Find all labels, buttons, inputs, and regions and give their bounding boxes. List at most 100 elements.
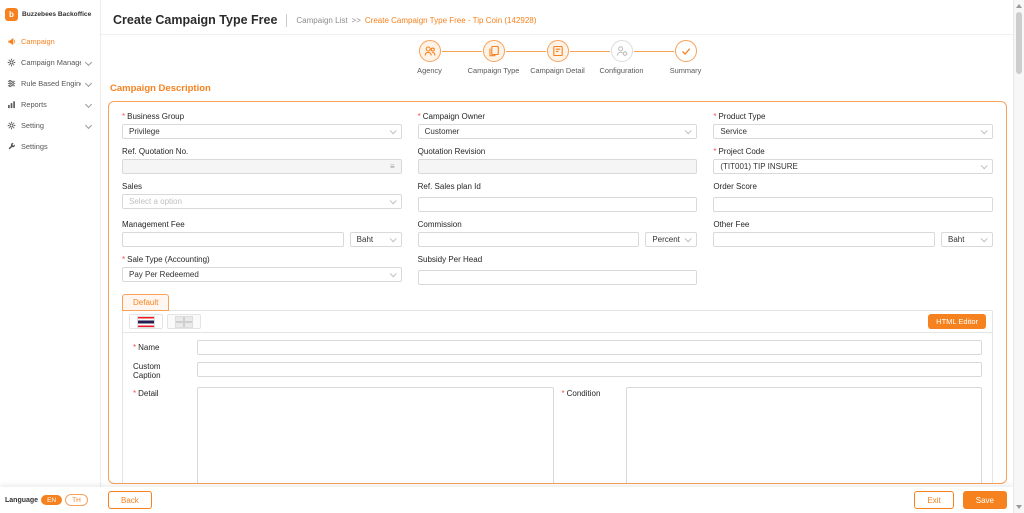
step-circle: [482, 40, 505, 62]
project-code-select[interactable]: (TIT001) TIP INSURE: [713, 159, 993, 174]
management-fee-label: Management Fee: [122, 220, 185, 229]
campaign-form: * Business Group Privilege * Campaign Owne…: [122, 112, 993, 285]
subsidy-per-head-input[interactable]: [417, 270, 698, 285]
step-summary[interactable]: Summary: [660, 40, 712, 75]
commission-unit-select[interactable]: Percent: [645, 232, 698, 247]
sidebar-item-label: Setting: [21, 121, 45, 130]
sidebar-item-label: Rule Based Engine: [21, 79, 81, 88]
step-circle: [674, 40, 697, 62]
sidebar-item-label: Settings: [21, 142, 48, 151]
summary-check-icon: [681, 48, 690, 56]
lang-tab-english[interactable]: [167, 314, 201, 329]
sale-type-accounting-label: Sale Type (Accounting): [127, 255, 210, 264]
ref-sales-plan-id-field: Ref. Sales plan Id: [417, 182, 698, 212]
chevron-down-icon: [389, 235, 397, 243]
list-icon: ≡: [389, 161, 395, 171]
campaign-owner-value: Customer: [424, 127, 460, 136]
step-label: Agency: [417, 66, 442, 75]
detail-label: Detail: [138, 389, 159, 398]
order-score-input[interactable]: [713, 197, 993, 212]
other-fee-field: Other Fee Baht: [713, 220, 993, 247]
required-mark: *: [713, 112, 717, 121]
sales-field: Sales Select a option: [122, 182, 402, 212]
management-fee-input[interactable]: [122, 232, 344, 247]
subsidy-per-head-label: Subsidy Per Head: [417, 255, 483, 264]
english-flag-icon: [175, 315, 193, 328]
other-fee-unit-value: Baht: [947, 235, 965, 244]
step-campaign-type[interactable]: Campaign Type: [468, 40, 520, 75]
campaign-description-panel: * Business Group Privilege * Campaign Owne…: [108, 101, 1007, 484]
quotation-revision-input: [417, 159, 698, 174]
chevron-down-icon: [389, 270, 397, 278]
breadcrumb-campaign-list[interactable]: Campaign List: [296, 16, 347, 25]
product-type-value: Service: [720, 127, 748, 136]
ref-sales-plan-id-label: Ref. Sales plan Id: [417, 182, 481, 191]
brand-logo-icon: b: [5, 8, 18, 21]
lang-tab-thai[interactable]: [129, 314, 163, 329]
sale-type-accounting-select[interactable]: Pay Per Redeemed: [122, 267, 402, 282]
other-fee-label: Other Fee: [713, 220, 750, 229]
other-fee-unit-select[interactable]: Baht: [940, 232, 993, 247]
html-editor-button[interactable]: HTML Editor: [928, 314, 986, 329]
product-type-field: * Product Type Service: [713, 112, 993, 139]
sidebar-item-reports[interactable]: Reports: [0, 94, 100, 115]
required-mark: *: [122, 255, 126, 264]
ref-sales-plan-id-input[interactable]: [417, 197, 698, 212]
campaign-owner-field: * Campaign Owner Customer: [417, 112, 698, 139]
ref-quotation-no-label: Ref. Quotation No.: [122, 147, 189, 156]
footer-bar: Language EN TH Back Exit Save: [0, 487, 1014, 513]
scrollbar-thumb[interactable]: [1016, 12, 1022, 74]
back-button[interactable]: Back: [108, 491, 152, 509]
step-connector: [441, 51, 482, 52]
step-label: Campaign Detail: [530, 66, 585, 75]
commission-input[interactable]: [417, 232, 640, 247]
chevron-down-icon: [84, 121, 93, 130]
campaign-owner-select[interactable]: Customer: [417, 124, 698, 139]
commission-unit-value: Percent: [652, 235, 680, 244]
sales-select[interactable]: Select a option: [122, 194, 402, 209]
required-mark: *: [713, 147, 717, 156]
step-label: Configuration: [599, 66, 644, 75]
sidebar-item-setting[interactable]: Setting: [0, 115, 100, 136]
detail-textarea[interactable]: [197, 387, 554, 483]
language-th-button[interactable]: TH: [65, 494, 88, 506]
name-input[interactable]: [197, 340, 982, 355]
scroll-up-arrow-icon[interactable]: [1016, 4, 1022, 8]
custom-caption-input[interactable]: [197, 362, 982, 377]
required-mark: *: [561, 389, 565, 398]
step-agency[interactable]: Agency: [404, 40, 456, 75]
scroll-down-arrow-icon[interactable]: [1016, 505, 1022, 509]
sale-type-accounting-value: Pay Per Redeemed: [129, 270, 199, 279]
bar-chart-icon: [8, 101, 15, 109]
step-connector: [569, 51, 610, 52]
step-circle: [546, 40, 569, 62]
section-title: Campaign Description: [110, 83, 211, 94]
chevron-down-icon: [980, 235, 988, 243]
configuration-icon: [616, 46, 627, 57]
management-fee-unit-value: Baht: [356, 235, 374, 244]
name-label-cell: * Name: [133, 340, 189, 355]
custom-caption-label-cell: Custom Caption: [133, 362, 189, 380]
step-connector: [505, 51, 546, 52]
sidebar-item-campaign[interactable]: Campaign: [0, 31, 100, 52]
condition-textarea[interactable]: [625, 387, 982, 483]
step-configuration[interactable]: Configuration: [596, 40, 648, 75]
brand[interactable]: b Buzzebees Backoffice: [0, 0, 100, 27]
step-campaign-detail[interactable]: Campaign Detail: [530, 40, 585, 75]
language-en-button[interactable]: EN: [41, 495, 63, 505]
step-connector: [633, 51, 674, 52]
management-fee-unit-select[interactable]: Baht: [349, 232, 402, 247]
sidebar-item-campaign-management[interactable]: Campaign Management: [0, 52, 100, 73]
sidebar-item-label: Campaign Management: [21, 58, 81, 67]
save-button[interactable]: Save: [962, 491, 1007, 509]
product-type-select[interactable]: Service: [713, 124, 993, 139]
wrench-icon: [8, 142, 16, 150]
tab-default[interactable]: Default: [122, 294, 170, 311]
sidebar-item-settings[interactable]: Settings: [0, 136, 100, 157]
business-group-value: Privilege: [129, 127, 160, 136]
other-fee-input[interactable]: [713, 232, 935, 247]
exit-button[interactable]: Exit: [914, 491, 954, 509]
sidebar-item-rule-based-engine[interactable]: Rule Based Engine: [0, 73, 100, 94]
vertical-scrollbar[interactable]: [1013, 0, 1024, 513]
business-group-select[interactable]: Privilege: [122, 124, 402, 139]
